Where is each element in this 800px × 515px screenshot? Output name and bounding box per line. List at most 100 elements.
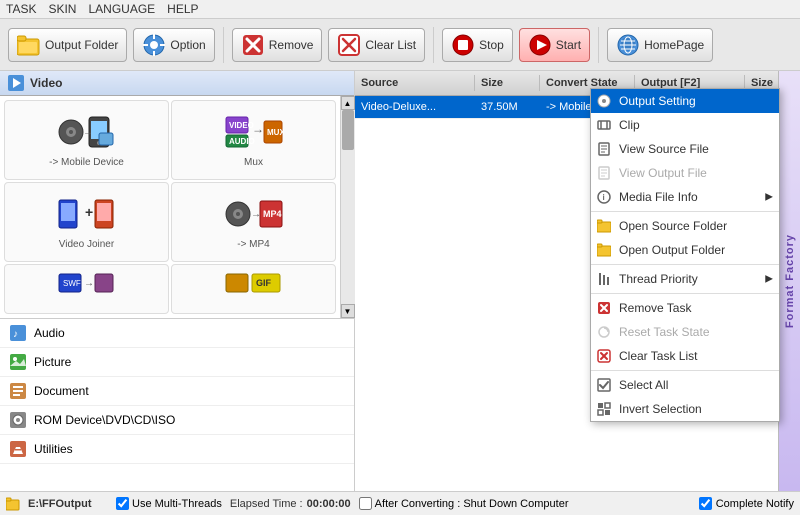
homepage-icon [616, 33, 640, 57]
mp4-icon: → MP4 [224, 195, 284, 236]
multi-threads-label: Use Multi-Threads [132, 498, 222, 510]
svg-text:AUDIO: AUDIO [229, 137, 255, 146]
output-folder-button[interactable]: Output Folder [8, 28, 127, 62]
cm-open-output-label: Open Output Folder [619, 243, 725, 257]
svg-text:♪: ♪ [13, 329, 18, 340]
start-button[interactable]: Start [519, 28, 590, 62]
complete-notify-check[interactable] [699, 497, 712, 510]
remove-icon [241, 33, 265, 57]
after-convert-checkbox[interactable]: After Converting : Shut Down Computer [359, 497, 569, 510]
mp4-label: -> MP4 [237, 239, 270, 250]
stop-label: Stop [479, 38, 504, 52]
mp4-item[interactable]: → MP4 -> MP4 [171, 182, 336, 262]
statusbar: E:\FFOutput Use Multi-Threads Elapsed Ti… [0, 491, 800, 515]
menu-language[interactable]: LANGUAGE [88, 2, 155, 16]
mux-label: Mux [244, 157, 263, 168]
svg-text:GIF: GIF [256, 278, 272, 288]
cm-output-setting-icon [597, 94, 611, 108]
utilities-category[interactable]: Utilities [0, 435, 354, 464]
mobile-device-item[interactable]: → -> Mobile Device [4, 100, 169, 180]
toolbar: Output Folder Option Remove [0, 19, 800, 71]
audio-category[interactable]: ♪ Audio [0, 319, 354, 348]
scroll-track [341, 110, 355, 304]
remove-button[interactable]: Remove [232, 28, 323, 62]
status-path: E:\FFOutput [28, 498, 108, 510]
option-button[interactable]: Option [133, 28, 214, 62]
td-size: 37.50M [475, 99, 540, 115]
cm-output-setting[interactable]: Output Setting [591, 89, 779, 113]
menu-task[interactable]: TASK [6, 2, 36, 16]
th-size: Size [475, 75, 540, 91]
video-scrollbar[interactable]: ▲ ▼ [340, 96, 354, 318]
menu-skin[interactable]: SKIN [48, 2, 76, 16]
scroll-up-btn[interactable]: ▲ [341, 96, 355, 110]
menubar: TASK SKIN LANGUAGE HELP [0, 0, 800, 19]
stop-button[interactable]: Stop [442, 28, 513, 62]
cm-output-folder-icon [597, 243, 611, 257]
output-folder-icon-small [6, 497, 20, 511]
homepage-button[interactable]: HomePage [607, 28, 713, 62]
video-header-icon [8, 75, 24, 91]
rom-category[interactable]: ROM Device\DVD\CD\ISO [0, 406, 354, 435]
homepage-label: HomePage [644, 38, 704, 52]
video-section-title: Video [30, 76, 62, 90]
video-grid: → -> Mobile Device VIDEO AU [0, 96, 340, 318]
cm-clear-task-list[interactable]: Clear Task List [591, 344, 779, 368]
picture-category[interactable]: Picture [0, 348, 354, 377]
mux-icon: VIDEO AUDIO → MUX [224, 113, 284, 154]
cm-source-folder-icon [597, 219, 611, 233]
document-icon [10, 383, 26, 399]
cm-invert-selection[interactable]: Invert Selection [591, 397, 779, 421]
cm-sep-4 [591, 370, 779, 371]
video-item-6[interactable]: GIF [171, 264, 336, 314]
context-menu: Output Setting Clip [590, 88, 780, 422]
video-joiner-icon: + [57, 195, 117, 236]
elapsed-label: Elapsed Time : [230, 498, 303, 510]
scroll-thumb[interactable] [342, 110, 354, 150]
remove-label: Remove [269, 38, 314, 52]
clear-list-icon [337, 33, 361, 57]
cm-thread-priority[interactable]: Thread Priority ▶ [591, 267, 779, 291]
cm-remove-task[interactable]: Remove Task [591, 296, 779, 320]
cm-thread-icon [597, 272, 611, 286]
option-icon [142, 33, 166, 57]
cm-clip[interactable]: Clip [591, 113, 779, 137]
video-grid-container: → -> Mobile Device VIDEO AU [0, 96, 354, 319]
svg-text:i: i [603, 193, 605, 202]
scroll-down-btn[interactable]: ▼ [341, 304, 355, 318]
mux-item[interactable]: VIDEO AUDIO → MUX Mux [171, 100, 336, 180]
svg-text:→: → [84, 278, 94, 289]
rom-label: ROM Device\DVD\CD\ISO [34, 413, 175, 427]
brand-text: Format Factory [784, 234, 796, 328]
multi-threads-check[interactable] [116, 497, 129, 510]
document-label: Document [34, 384, 89, 398]
multi-threads-checkbox[interactable]: Use Multi-Threads [116, 497, 222, 510]
document-category[interactable]: Document [0, 377, 354, 406]
cm-select-all[interactable]: Select All [591, 373, 779, 397]
cm-clip-label: Clip [619, 118, 640, 132]
td-source: Video-Deluxe... [355, 99, 475, 115]
utilities-icon [10, 441, 26, 457]
toolbar-sep-2 [433, 27, 434, 63]
after-convert-check[interactable] [359, 497, 372, 510]
cm-open-output-folder[interactable]: Open Output Folder [591, 238, 779, 262]
cm-open-source-folder[interactable]: Open Source Folder [591, 214, 779, 238]
mobile-device-label: -> Mobile Device [49, 157, 124, 168]
left-panel: Video [0, 71, 355, 491]
video-joiner-item[interactable]: + Video Joiner [4, 182, 169, 262]
cm-thread-label: Thread Priority [619, 272, 698, 286]
cm-clear-task-icon [597, 349, 611, 363]
cm-reset-task-label: Reset Task State [619, 325, 710, 339]
cm-media-file-info[interactable]: i Media File Info ▶ [591, 185, 779, 209]
picture-icon [10, 354, 26, 370]
video-header: Video [0, 71, 354, 96]
video-item-5[interactable]: SWF → [4, 264, 169, 314]
cm-open-source-label: Open Source Folder [619, 219, 727, 233]
cm-clip-icon [597, 118, 611, 132]
audio-icon: ♪ [10, 325, 26, 341]
cm-view-output: View Output File [591, 161, 779, 185]
cm-view-source[interactable]: View Source File [591, 137, 779, 161]
clear-list-button[interactable]: Clear List [328, 28, 425, 62]
svg-text:MP4: MP4 [263, 209, 282, 219]
menu-help[interactable]: HELP [167, 2, 198, 16]
